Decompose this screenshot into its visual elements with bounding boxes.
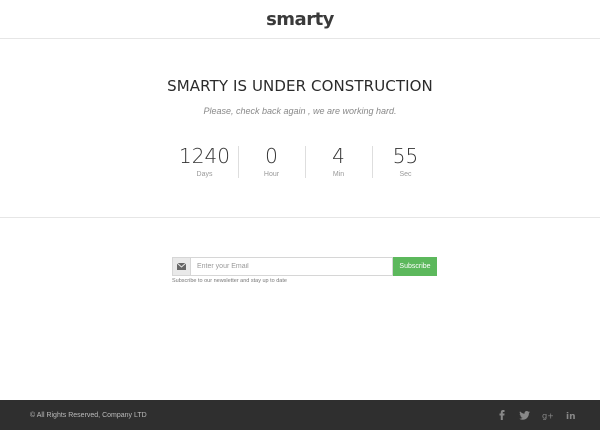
- google-plus-icon[interactable]: g+: [542, 410, 553, 421]
- countdown-minutes-label: Min: [332, 171, 345, 178]
- copyright-text: © All Rights Reserved, Company LTD: [30, 411, 147, 419]
- countdown-seconds-label: Sec: [399, 171, 412, 178]
- countdown-days-value: 1240: [179, 144, 230, 168]
- subscribe-note: Subscribe to our newsletter and stay up …: [172, 278, 287, 284]
- linkedin-icon[interactable]: in: [565, 410, 576, 421]
- subscribe-form: Subscribe: [172, 257, 437, 276]
- twitter-icon[interactable]: [519, 410, 530, 421]
- site-header: smarty: [0, 0, 600, 39]
- countdown-hours-label: Hour: [263, 171, 280, 178]
- social-links: g+ in: [496, 410, 576, 421]
- countdown-days: 1240 Days: [171, 144, 238, 180]
- countdown-hours-value: 0: [265, 144, 278, 168]
- facebook-icon[interactable]: [496, 410, 507, 421]
- svg-text:in: in: [566, 412, 576, 420]
- countdown-seconds: 55 Sec: [372, 144, 439, 180]
- email-input[interactable]: [191, 257, 393, 276]
- countdown: 1240 Days 0 Hour 4 Min 55 Sec: [171, 144, 439, 180]
- page-title: SMARTY IS UNDER CONSTRUCTION: [167, 77, 433, 95]
- countdown-days-label: Days: [196, 171, 213, 178]
- envelope-icon: [172, 257, 191, 276]
- subscribe-button[interactable]: Subscribe: [393, 257, 437, 276]
- countdown-minutes: 4 Min: [305, 144, 372, 180]
- countdown-hours: 0 Hour: [238, 144, 305, 180]
- hero-section: SMARTY IS UNDER CONSTRUCTION Please, che…: [0, 39, 600, 218]
- logo[interactable]: smarty: [266, 9, 334, 30]
- svg-text:g+: g+: [542, 411, 553, 420]
- countdown-seconds-value: 55: [392, 144, 419, 168]
- page-subtitle: Please, check back again , we are workin…: [203, 106, 397, 116]
- site-footer: © All Rights Reserved, Company LTD g+ in: [0, 400, 600, 430]
- countdown-minutes-value: 4: [332, 144, 345, 168]
